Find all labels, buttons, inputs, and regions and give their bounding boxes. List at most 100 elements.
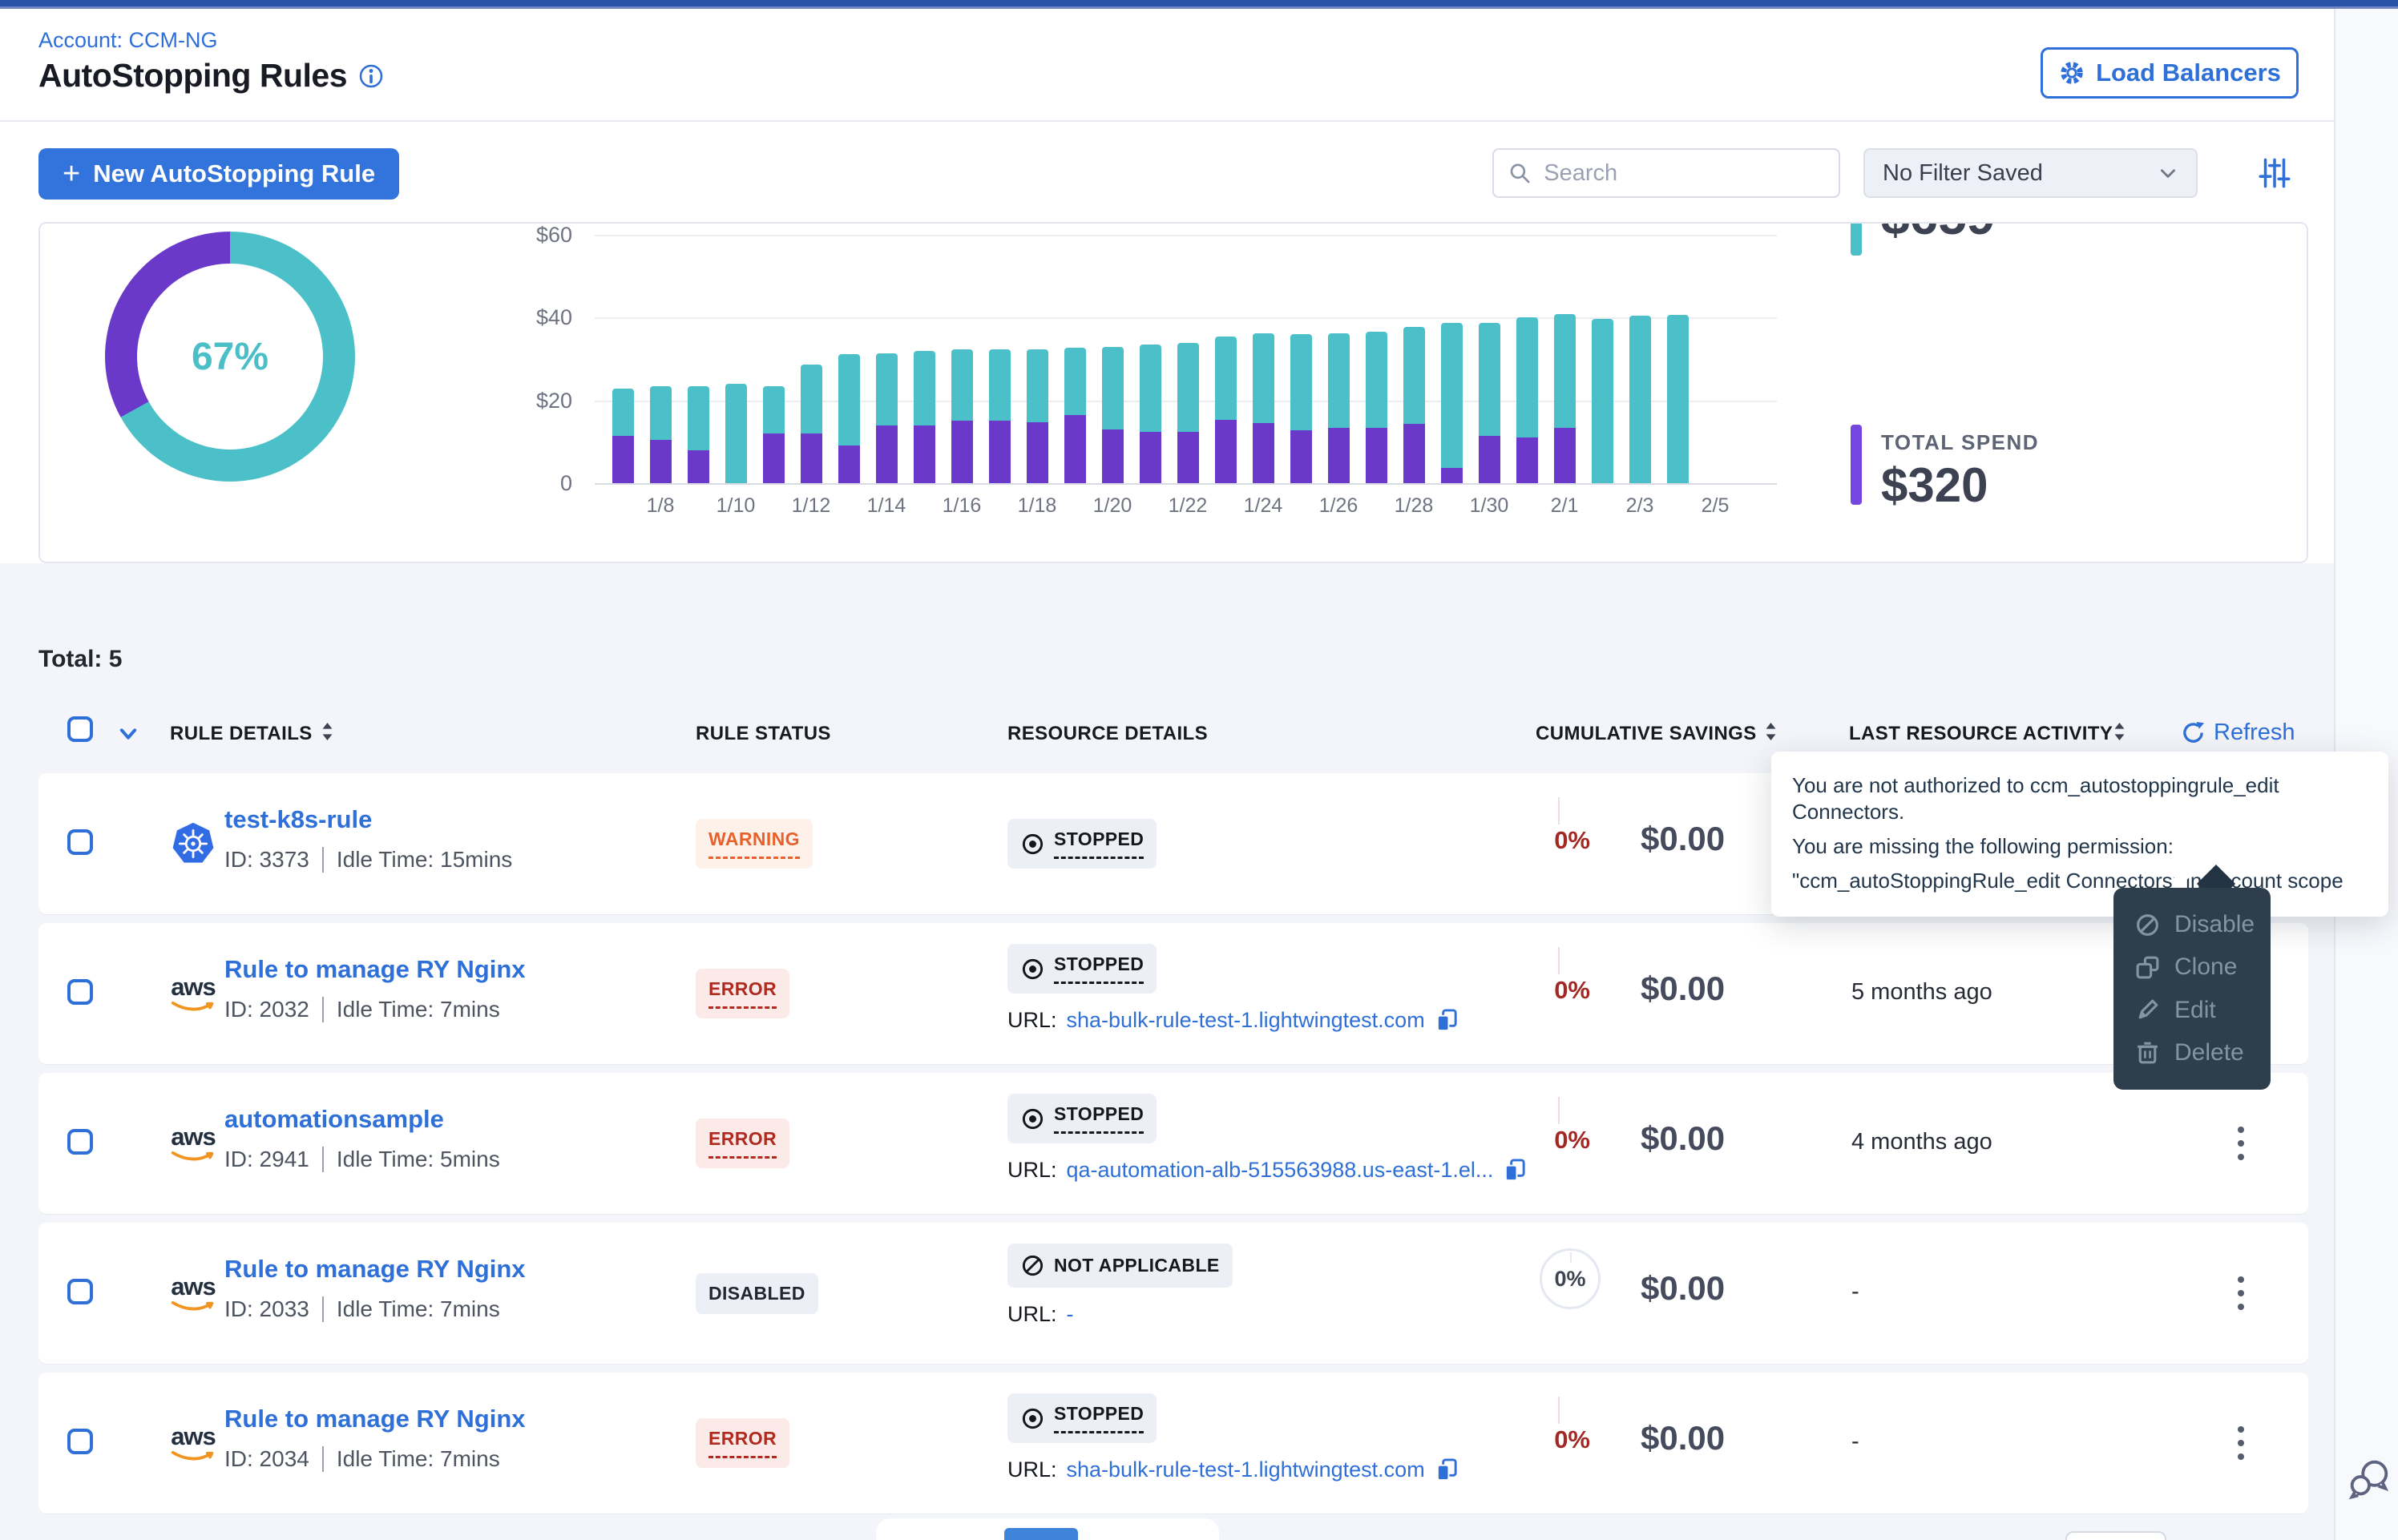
chart-bar[interactable] [1253, 333, 1274, 483]
chart-bar[interactable] [801, 365, 822, 483]
search-input[interactable] [1542, 159, 1824, 187]
row-checkbox[interactable] [67, 829, 93, 855]
rule-name-link[interactable]: Rule to manage RY Nginx [224, 1405, 526, 1433]
gridline [595, 483, 1777, 485]
savings-amount: $0.00 [1641, 820, 1793, 858]
info-icon[interactable] [358, 63, 384, 89]
chart-bar[interactable] [1441, 323, 1463, 483]
chart-bar[interactable] [688, 386, 709, 483]
chart-bar[interactable] [1479, 323, 1500, 483]
y-axis-tick-label: 0 [508, 471, 572, 496]
copy-icon[interactable] [1503, 1158, 1528, 1183]
col-header-last-resource-activity[interactable]: LAST RESOURCE ACTIVITY [1849, 723, 2113, 745]
resource-status-badge[interactable]: STOPPED [1007, 944, 1157, 994]
rule-status-badge[interactable]: DISABLED [696, 1273, 818, 1314]
context-menu-item-edit[interactable]: Edit [2113, 997, 2271, 1024]
resource-url-link[interactable]: sha-bulk-rule-test-1.lightwingtest.com [1067, 1457, 1425, 1482]
chart-bar[interactable] [1366, 332, 1387, 483]
rule-name-link[interactable]: test-k8s-rule [224, 805, 372, 834]
rule-name-link[interactable]: Rule to manage RY Nginx [224, 955, 526, 984]
filter-panel-button[interactable] [2252, 151, 2297, 196]
resource-status-badge[interactable]: NOT APPLICABLE [1007, 1244, 1233, 1288]
rule-status-badge[interactable]: WARNING [696, 819, 813, 869]
rule-name-link[interactable]: automationsample [224, 1105, 444, 1134]
spend-legend-swatch [1851, 425, 1862, 505]
savings-amount: $0.00 [1641, 1419, 1793, 1457]
rule-status-badge[interactable]: ERROR [696, 1119, 789, 1168]
saved-filter-dropdown[interactable]: No Filter Saved [1863, 148, 2198, 198]
chart-bar[interactable] [989, 349, 1011, 483]
pagination-current-page[interactable] [1004, 1528, 1078, 1540]
breadcrumb-account-link[interactable]: Account: CCM-NG [38, 28, 218, 53]
chat-support-icon[interactable] [2344, 1454, 2393, 1504]
context-menu-item-disable[interactable]: Disable [2113, 911, 2271, 938]
resource-status-badge[interactable]: STOPPED [1007, 1393, 1157, 1443]
top-accent-bar [0, 0, 2398, 9]
chart-bar[interactable] [1215, 337, 1237, 483]
chart-bar[interactable] [838, 354, 860, 483]
chart-bar[interactable] [1027, 349, 1048, 483]
chart-bar[interactable] [763, 386, 785, 483]
total-spend-value: $320 [1881, 458, 1988, 513]
select-menu-chevron-icon[interactable] [117, 723, 139, 745]
resource-url-link[interactable]: sha-bulk-rule-test-1.lightwingtest.com [1067, 1008, 1425, 1033]
load-balancers-button[interactable]: Load Balancers [2041, 47, 2299, 99]
chart-bar[interactable] [1177, 343, 1199, 483]
chart-bar[interactable] [1667, 315, 1689, 483]
chart-bar[interactable] [1554, 314, 1576, 483]
chart-bar[interactable] [725, 384, 747, 483]
chart-bar[interactable] [1403, 327, 1425, 483]
row-actions-menu-button[interactable] [2223, 1115, 2259, 1172]
y-axis-tick-label: $60 [508, 223, 572, 248]
chart-bar[interactable] [1328, 333, 1350, 483]
row-checkbox[interactable] [67, 1429, 93, 1454]
chart-bar[interactable] [1516, 317, 1538, 483]
sort-icon[interactable] [321, 721, 334, 742]
resource-status-badge[interactable]: STOPPED [1007, 819, 1157, 869]
new-autostopping-rule-button[interactable]: + New AutoStopping Rule [38, 148, 399, 200]
disable-icon [2134, 912, 2161, 938]
col-header-cumulative-savings[interactable]: CUMULATIVE SAVINGS [1536, 723, 1757, 745]
context-menu-item-clone[interactable]: Clone [2113, 953, 2271, 981]
row-actions-menu-button[interactable] [2223, 1264, 2259, 1322]
row-actions-menu-button[interactable] [2223, 1414, 2259, 1472]
savings-donut-chart: 67% [105, 232, 355, 482]
edit-icon [2134, 997, 2161, 1023]
x-axis-tick-label: 1/14 [858, 494, 914, 518]
chart-bar[interactable] [1290, 334, 1312, 483]
sort-icon[interactable] [1764, 721, 1778, 742]
refresh-button[interactable]: Refresh [2181, 720, 2295, 746]
chart-bar[interactable] [1629, 316, 1651, 483]
x-axis-tick-label: 1/16 [934, 494, 990, 518]
copy-icon[interactable] [1435, 1008, 1459, 1033]
copy-icon[interactable] [1435, 1457, 1459, 1482]
chart-bar[interactable] [951, 349, 973, 483]
divider [322, 1147, 324, 1172]
rule-status-badge[interactable]: ERROR [696, 1418, 789, 1468]
chart-bar[interactable] [914, 351, 935, 483]
resource-url-link[interactable]: qa-automation-alb-515563988.us-east-1.el… [1067, 1158, 1494, 1183]
stopped-icon [1020, 957, 1045, 982]
chart-bar[interactable] [1140, 345, 1161, 483]
search-box[interactable] [1492, 148, 1840, 198]
chart-bar[interactable] [1064, 348, 1086, 483]
chart-bar[interactable] [650, 386, 672, 483]
row-checkbox[interactable] [67, 1279, 93, 1304]
chart-bar[interactable] [1592, 319, 1613, 483]
rule-status-badge[interactable]: ERROR [696, 969, 789, 1018]
chart-bar[interactable] [876, 353, 898, 483]
chart-bar[interactable] [612, 389, 634, 483]
context-menu-item-delete[interactable]: Delete [2113, 1039, 2271, 1066]
sort-icon[interactable] [2113, 721, 2126, 742]
chart-bar[interactable] [1102, 347, 1124, 483]
col-header-rule-details[interactable]: RULE DETAILS [170, 723, 313, 745]
select-all-checkbox[interactable] [67, 716, 93, 742]
rule-name-link[interactable]: Rule to manage RY Nginx [224, 1255, 526, 1284]
page-size-button[interactable] [2065, 1531, 2166, 1540]
row-checkbox[interactable] [67, 979, 93, 1005]
row-checkbox[interactable] [67, 1129, 93, 1155]
x-axis-tick-label: 2/1 [1536, 494, 1593, 518]
resource-url-link[interactable]: - [1067, 1302, 1074, 1327]
resource-status-badge[interactable]: STOPPED [1007, 1094, 1157, 1143]
savings-percentage-circle: 0% [1540, 1248, 1601, 1309]
